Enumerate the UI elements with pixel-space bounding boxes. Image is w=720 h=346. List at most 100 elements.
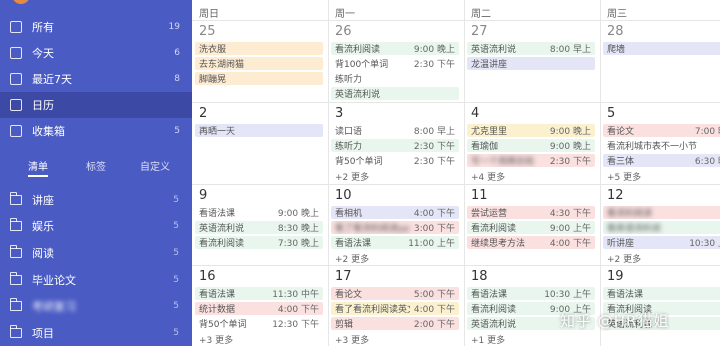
event-chip[interactable]: 看三体 6:30 晚 <box>603 154 720 167</box>
event-chip[interactable]: 英语流利说 <box>331 87 459 100</box>
event-time: 2:00 下午 <box>413 320 455 330</box>
tab-custom[interactable]: 自定义 <box>140 158 170 173</box>
event-chip[interactable]: 看论文 7:00 晚 <box>603 124 720 137</box>
event-chip[interactable]: 看语法课 11:00 上午 <box>331 236 459 249</box>
list-label: 讲座 <box>32 194 54 207</box>
event-chip[interactable]: 剪辑 2:00 下午 <box>331 317 459 330</box>
list-count: 5 <box>173 248 179 258</box>
event-chip[interactable]: 继续思考方法 4:00 下午 <box>467 236 595 249</box>
event-chip[interactable]: 看英语流利说 <box>603 221 720 234</box>
day-cell[interactable]: 27 英语流利说 8:00 早上 龙温讲座 <box>464 20 600 102</box>
event-chip[interactable]: 看语法课 11:30 中午 <box>195 287 323 300</box>
day-cell[interactable]: 2 再晒一天 <box>192 102 328 184</box>
day-cell[interactable]: 28 爬墙 <box>600 20 720 102</box>
day-cell[interactable]: 12 看流利阅读看英语流利说听讲座 10:30 上 +2 更多 <box>600 184 720 265</box>
sidebar-item-all[interactable]: 所有 19 <box>0 14 192 40</box>
event-chip[interactable]: 听讲座 10:30 上 <box>603 236 720 249</box>
sidebar-item-count: 5 <box>174 126 180 136</box>
sidebar-item-label: 所有 <box>32 21 54 34</box>
day-number: 17 <box>335 269 352 284</box>
event-chip[interactable]: 看了看流利阅读ppt 3:00 下午 <box>331 221 459 234</box>
more-events-link[interactable]: +3 更多 <box>335 333 369 346</box>
event-chip[interactable]: 背50个单词 2:30 下午 <box>331 154 459 167</box>
event-chip[interactable]: 练听力 2:30 下午 <box>331 139 459 152</box>
event-chip[interactable]: 看论文 5:00 下午 <box>331 287 459 300</box>
event-chip[interactable]: 爬墙 <box>603 42 720 55</box>
event-chip[interactable]: 背100个单词 2:30 下午 <box>331 57 459 70</box>
sidebar-item-next7days[interactable]: 最近7天 8 <box>0 66 192 92</box>
event-time: 4:00 下午 <box>413 305 455 315</box>
event-chip[interactable]: 洗衣服 <box>195 42 323 55</box>
sidebar-list-lectures[interactable]: 讲座 5 <box>0 187 192 213</box>
day-cell[interactable]: 4 尤克里里 9:00 晚上 看瑜伽 9:00 晚上 写一个周期总结 2:30 下午 +4 更… <box>464 102 600 184</box>
event-chip[interactable]: 看瑜伽 9:00 晚上 <box>467 139 595 152</box>
event-chip[interactable]: 去东湖闹猫 <box>195 57 323 70</box>
event-chip[interactable]: 尝试运营 4:30 下午 <box>467 206 595 219</box>
day-cell[interactable]: 10 看相机 4:00 下午 看了看流利阅读ppt 3:00 下午 看语法课 11:00 上… <box>328 184 464 265</box>
event-time: 8:30 晚上 <box>277 224 319 234</box>
sidebar-list-entertainment[interactable]: 娱乐 5 <box>0 213 192 239</box>
day-cell[interactable]: 5 看论文 7:00 晚看流利城市表不一小节看三体 6:30 晚 +5 更多 <box>600 102 720 184</box>
event-chip[interactable]: 龙温讲座 <box>467 57 595 70</box>
avatar[interactable] <box>12 0 30 4</box>
day-cell[interactable]: 16 看语法课 11:30 中午 统计数据 4:00 下午 背50个单词 12:30 下午 +… <box>192 265 328 346</box>
sidebar: 所有 19 今天 6 最近7天 8 日历 收集箱 5 清单 标签 自定义 讲座 … <box>0 0 192 346</box>
event-chip[interactable]: 脚蹦晃 <box>195 72 323 85</box>
day-cell[interactable]: 17 看论文 5:00 下午 看了看流利阅读英文 4:00 下午 剪辑 2:00 下午 +3 … <box>328 265 464 346</box>
event-chip[interactable]: 看流利阅读 <box>603 206 720 219</box>
event-title: 爬墙 <box>607 45 626 55</box>
event-chip[interactable]: 看流利城市表不一小节 <box>603 139 720 152</box>
event-chip[interactable]: 练听力 <box>331 72 459 85</box>
more-events-link[interactable]: +2 更多 <box>335 252 369 265</box>
more-events-link[interactable]: +2 更多 <box>335 170 369 183</box>
event-chip[interactable]: 看相机 4:00 下午 <box>331 206 459 219</box>
day-cell[interactable]: 19 看语法课 看流利阅读 英语流利说 <box>600 265 720 346</box>
event-chip[interactable]: 英语流利说 8:00 早上 <box>467 42 595 55</box>
calendar-icon <box>10 99 22 111</box>
event-time: 11:00 上午 <box>408 239 455 249</box>
more-events-link[interactable]: +3 更多 <box>199 333 233 346</box>
day-cell[interactable]: 11 尝试运营 4:30 下午 看流利阅读 9:00 上午 继续思考方法 4:00 下午 <box>464 184 600 265</box>
day-cell[interactable]: 9 看语法课 9:00 晚上 英语流利说 8:30 晚上 看流利阅读 7:30 晚上 <box>192 184 328 265</box>
sidebar-list-thesis[interactable]: 毕业论文 5 <box>0 267 192 293</box>
event-chip[interactable]: 英语流利说 8:30 晚上 <box>195 221 323 234</box>
day-number: 2 <box>199 106 208 121</box>
sidebar-list-blurred[interactable]: 考研复习 5 <box>0 293 192 319</box>
sidebar-item-calendar[interactable]: 日历 <box>0 92 192 118</box>
event-chip[interactable]: 背50个单词 12:30 下午 <box>195 317 323 330</box>
day-number: 9 <box>199 188 208 203</box>
sidebar-item-label: 日历 <box>32 99 54 112</box>
more-events-link[interactable]: +1 更多 <box>471 333 505 346</box>
event-chip[interactable]: 写一个周期总结 2:30 下午 <box>467 154 595 167</box>
event-chip[interactable]: 看流利阅读 9:00 上午 <box>467 221 595 234</box>
day-number: 25 <box>199 24 216 39</box>
event-chip[interactable]: 看流利阅读 7:30 晚上 <box>195 236 323 249</box>
more-events-link[interactable]: +5 更多 <box>607 170 641 183</box>
event-chip[interactable]: 看语法课 9:00 晚上 <box>195 206 323 219</box>
event-time: 4:00 下午 <box>277 305 319 315</box>
sidebar-list-projects[interactable]: 项目 5 <box>0 320 192 346</box>
sidebar-item-today[interactable]: 今天 6 <box>0 40 192 66</box>
event-chip[interactable]: 看语法课 <box>603 287 720 300</box>
event-chip[interactable]: 看语法课 10:30 上午 <box>467 287 595 300</box>
sidebar-item-count: 19 <box>168 22 180 32</box>
tab-lists[interactable]: 清单 <box>28 158 48 177</box>
more-events-link[interactable]: +2 更多 <box>607 252 641 265</box>
sidebar-list-reading[interactable]: 阅读 5 <box>0 240 192 266</box>
more-events-link[interactable]: +4 更多 <box>471 170 505 183</box>
sidebar-item-inbox[interactable]: 收集箱 5 <box>0 118 192 144</box>
event-chip[interactable]: 再晒一天 <box>195 124 323 137</box>
event-chip[interactable]: 看流利阅读 9:00 晚上 <box>331 42 459 55</box>
event-chip[interactable]: 统计数据 4:00 下午 <box>195 302 323 315</box>
event-chip[interactable]: 看了看流利阅读英文 4:00 下午 <box>331 302 459 315</box>
day-cell[interactable]: 18 看语法课 10:30 上午 看流利阅读 9:00 上午 英语流利说 +1 更多 <box>464 265 600 346</box>
day-cell[interactable]: 25 洗衣服去东湖闹猫脚蹦晃 <box>192 20 328 102</box>
event-chip[interactable]: 读口语 8:00 早上 <box>331 124 459 137</box>
event-chip[interactable]: 尤克里里 9:00 晚上 <box>467 124 595 137</box>
tab-tags[interactable]: 标签 <box>86 158 106 173</box>
day-cell[interactable]: 3 读口语 8:00 早上 练听力 2:30 下午 背50个单词 2:30 下午 +2 更多 <box>328 102 464 184</box>
inbox-icon <box>10 21 22 33</box>
day-cell[interactable]: 26 看流利阅读 9:00 晚上 背100个单词 2:30 下午 练听力 英语流利说 <box>328 20 464 102</box>
event-title: 统计数据 <box>199 305 236 315</box>
event-title: 继续思考方法 <box>471 239 526 249</box>
